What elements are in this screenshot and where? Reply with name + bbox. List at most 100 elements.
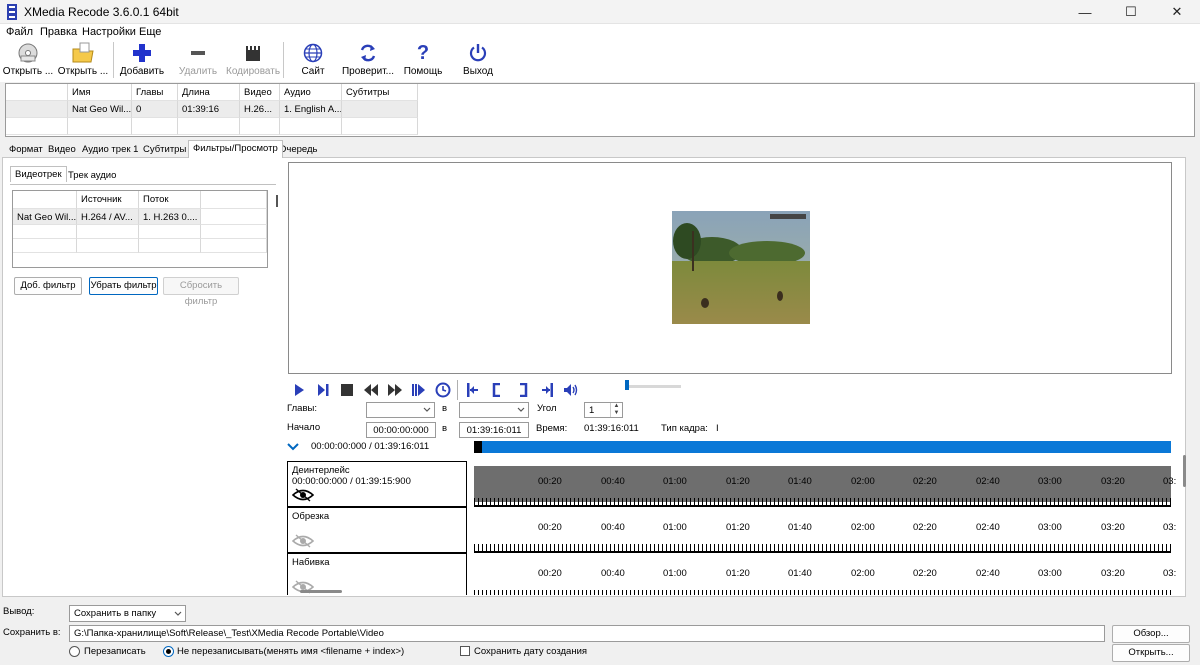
help-button[interactable]: ? Помощь	[401, 40, 445, 80]
file-length-cell[interactable]: 01:39:16	[178, 101, 240, 118]
title-bar: XMedia Recode 3.6.0.1 64bit — ☐ ✕	[0, 0, 1200, 24]
timeline-row-deinterlace[interactable]: Деинтерлейс 00:00:00:000 / 01:39:15:900	[287, 461, 467, 507]
video-frame-image	[672, 211, 810, 324]
file-list[interactable]: Имя Главы Длина Видео Аудио Субтитры Nat…	[5, 83, 1195, 137]
frame-type-label: Тип кадра:	[661, 423, 708, 434]
maximize-button[interactable]: ☐	[1108, 0, 1154, 24]
goto-start-marker-button[interactable]	[464, 381, 482, 399]
file-name-cell[interactable]: Nat Geo Wil...	[68, 101, 132, 118]
goto-end-marker-button[interactable]	[538, 381, 556, 399]
crop-label: Обрезка	[292, 511, 330, 522]
remove-filter-button[interactable]: Убрать фильтр	[89, 277, 158, 295]
seek-bar[interactable]	[474, 441, 1171, 453]
add-button[interactable]: Добавить	[118, 40, 166, 80]
menu-edit[interactable]: Правка	[40, 26, 77, 38]
marker-end-icon	[542, 383, 553, 397]
column-header-video[interactable]: Видео	[240, 84, 280, 101]
encode-button[interactable]: Кодировать	[226, 40, 280, 80]
volume-slider-thumb[interactable]	[625, 380, 629, 390]
column-header-subtitles[interactable]: Субтитры	[342, 84, 418, 101]
keep-date-checkbox[interactable]	[460, 646, 470, 656]
stream-name-cell[interactable]: Nat Geo Wil...	[13, 209, 77, 225]
close-button[interactable]: ✕	[1154, 0, 1200, 24]
vertical-scrollbar-thumb[interactable]	[1183, 455, 1186, 487]
save-in-label: Сохранить в:	[3, 627, 61, 638]
next-frame-button[interactable]	[314, 381, 332, 399]
seek-bar-thumb[interactable]	[474, 441, 482, 453]
column-header-source[interactable]: Источник	[77, 191, 139, 209]
deinterlace-track[interactable]	[474, 461, 1171, 507]
start-time-input[interactable]: 00:00:00:000	[366, 422, 436, 438]
minimize-button[interactable]: —	[1062, 0, 1108, 24]
splitter-handle[interactable]	[276, 195, 278, 207]
set-start-marker-button[interactable]	[488, 381, 506, 399]
eye-icon[interactable]	[291, 488, 315, 502]
angle-spin-arrows-icon[interactable]: ▲ ▼	[610, 403, 622, 417]
open-folder-button[interactable]: Открыть...	[1112, 644, 1190, 662]
tab-audio-track[interactable]: Аудио трек 1	[78, 142, 142, 158]
menu-file[interactable]: Файл	[6, 26, 33, 38]
column-header-chapters[interactable]: Главы	[132, 84, 178, 101]
tab-video[interactable]: Видео	[44, 142, 80, 158]
stop-button[interactable]	[338, 381, 356, 399]
file-chapters-cell[interactable]: 0	[132, 101, 178, 118]
chapter-to-select[interactable]	[459, 402, 529, 418]
play-button[interactable]	[290, 381, 308, 399]
column-header-stream[interactable]: Поток	[139, 191, 201, 209]
tab-filters-preview[interactable]: Фильтры/Просмотр	[188, 140, 283, 158]
overwrite-radio[interactable]	[69, 646, 80, 657]
goto-time-button[interactable]	[434, 381, 452, 399]
file-subtitles-cell[interactable]	[342, 101, 418, 118]
crop-track[interactable]	[474, 507, 1171, 553]
tab-format[interactable]: Формат	[5, 142, 47, 158]
menu-settings[interactable]: Настройки	[82, 26, 136, 38]
deinterlace-range: 00:00:00:000 / 01:39:15:900	[292, 476, 411, 487]
open-file-button[interactable]: Открыть ...	[2, 40, 54, 80]
exit-button[interactable]: Выход	[456, 40, 500, 80]
open-disc-button[interactable]: Открыть ...	[56, 40, 110, 80]
frame-type-value: I	[716, 423, 719, 434]
site-button[interactable]: Сайт	[292, 40, 334, 80]
browse-button[interactable]: Обзор...	[1112, 625, 1190, 643]
column-header-name[interactable]: Имя	[68, 84, 132, 101]
set-end-marker-button[interactable]	[514, 381, 532, 399]
add-filter-button[interactable]: Доб. фильтр	[14, 277, 82, 295]
fast-forward-button[interactable]	[386, 381, 404, 399]
save-path-input[interactable]: G:\Папка-хранилище\Soft\Release\_Test\XM…	[69, 625, 1105, 642]
frame-advance-button[interactable]	[410, 381, 428, 399]
timeline-row-crop[interactable]: Обрезка	[287, 507, 467, 553]
no-overwrite-radio[interactable]	[163, 646, 174, 657]
disc-icon	[18, 43, 38, 63]
horizontal-scrollbar-thumb[interactable]	[300, 590, 342, 593]
stream-stream-cell[interactable]: 1. H.263 0....	[139, 209, 201, 225]
collapse-chevron-icon[interactable]	[287, 442, 299, 452]
chapter-from-select[interactable]	[366, 402, 435, 418]
question-icon: ?	[416, 41, 430, 64]
stream-source-cell[interactable]: H.264 / AV...	[77, 209, 139, 225]
remove-button[interactable]: Удалить	[174, 40, 222, 80]
eye-hidden-icon[interactable]	[291, 534, 315, 548]
column-header-audio[interactable]: Аудио	[280, 84, 342, 101]
deinterlace-filter-range[interactable]	[474, 466, 1171, 502]
output-mode-select[interactable]: Сохранить в папку	[69, 605, 186, 622]
subtab-video-track[interactable]: Видеотрек	[10, 166, 67, 182]
chevron-down-icon	[174, 611, 182, 616]
padding-track[interactable]	[474, 553, 1171, 595]
keep-date-label: Сохранить дату создания	[474, 646, 588, 657]
volume-slider-track[interactable]	[627, 385, 681, 388]
end-time-input[interactable]: 01:39:16:011	[459, 422, 529, 438]
subtab-audio-track[interactable]: Трек аудио	[64, 168, 120, 183]
stream-list[interactable]: Источник Поток Nat Geo Wil... H.264 / AV…	[12, 190, 268, 268]
timeline-row-padding[interactable]: Набивка	[287, 553, 467, 595]
range-text: 00:00:00:000 / 01:39:16:011	[311, 441, 430, 452]
file-video-cell[interactable]: H.26...	[240, 101, 280, 118]
check-updates-button[interactable]: Проверит...	[340, 40, 396, 80]
output-panel: Вывод: Сохранить в папку Сохранить в: G:…	[0, 600, 1200, 665]
volume-button[interactable]	[562, 381, 580, 399]
file-audio-cell[interactable]: 1. English A...	[280, 101, 342, 118]
menu-more[interactable]: Еще	[139, 26, 161, 38]
rewind-button[interactable]	[362, 381, 380, 399]
tab-subtitles[interactable]: Субтитры	[139, 142, 190, 158]
reset-filter-button[interactable]: Сбросить фильтр	[163, 277, 239, 307]
column-header-length[interactable]: Длина	[178, 84, 240, 101]
